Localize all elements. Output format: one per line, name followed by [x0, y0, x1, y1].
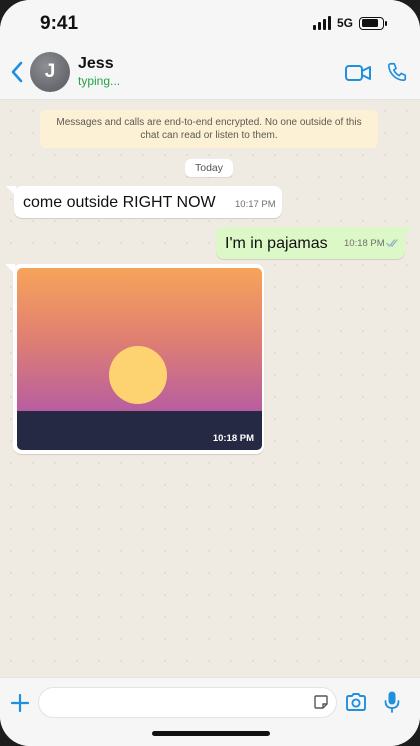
encryption-notice[interactable]: Messages and calls are end-to-end encryp… [40, 110, 378, 148]
message-time: 10:18 PM [212, 433, 254, 444]
image-message-bubble[interactable]: 10:18 PM [5, 264, 264, 454]
avatar[interactable]: J [30, 52, 70, 92]
plus-icon[interactable] [10, 693, 30, 713]
sunset-image[interactable]: 10:18 PM [17, 268, 262, 450]
network-type: 5G [336, 16, 353, 30]
microphone-icon[interactable] [384, 690, 400, 714]
phone-icon[interactable] [386, 60, 408, 84]
home-indicator[interactable] [152, 731, 270, 736]
contact-status: typing... [78, 74, 121, 88]
contact-name[interactable]: Jess [78, 55, 114, 73]
date-separator: Today [185, 159, 233, 177]
chevron-left-icon[interactable] [8, 60, 26, 84]
message-text: come outside RIGHT NOW [23, 194, 216, 211]
message-input[interactable] [38, 687, 337, 718]
chat-header: J Jess typing... [0, 48, 420, 100]
message-time: 10:18 PM [344, 238, 385, 249]
video-camera-icon[interactable] [344, 63, 372, 83]
read-receipt-icon [386, 239, 398, 247]
chat-area[interactable]: Messages and calls are end-to-end encryp… [0, 100, 420, 677]
sunset-illustration [17, 268, 262, 450]
message-time: 10:17 PM [235, 199, 276, 210]
signal-icon [312, 16, 331, 30]
sticker-icon[interactable] [313, 694, 329, 710]
message-text: I'm in pajamas [225, 235, 328, 252]
phone-screen: 9:41 5G J Jess typing... Messages and ca… [0, 0, 420, 746]
battery-icon [359, 16, 387, 30]
message-bubble-outgoing[interactable]: I'm in pajamas 10:18 PM [216, 227, 413, 259]
status-bar: 9:41 5G [0, 0, 420, 48]
status-indicators: 5G [312, 16, 387, 30]
message-bubble-incoming[interactable]: come outside RIGHT NOW 10:17 PM [6, 186, 282, 218]
camera-icon[interactable] [345, 692, 367, 712]
status-time: 9:41 [40, 13, 79, 34]
